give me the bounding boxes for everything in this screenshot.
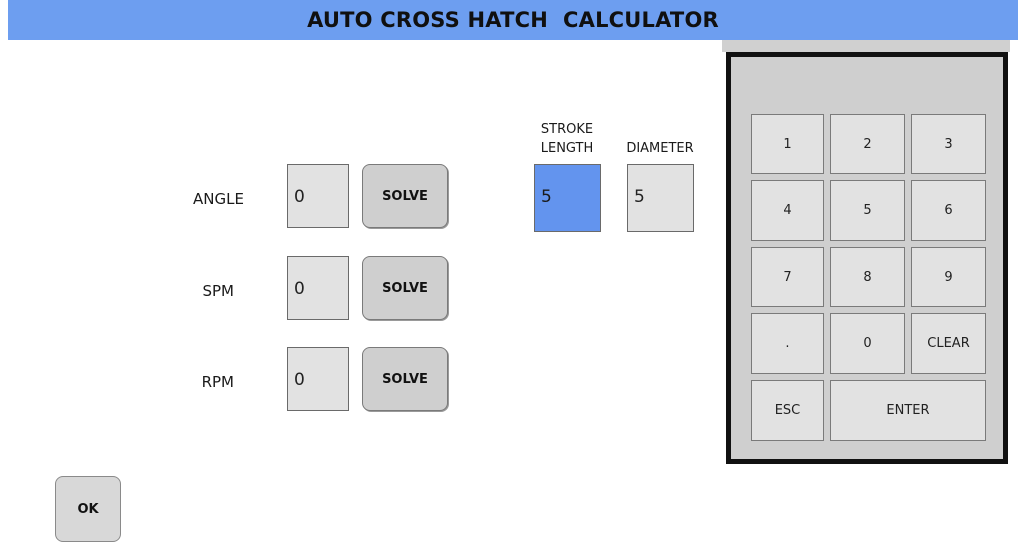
key-3-label: 3 [944,136,953,152]
key-decimal[interactable]: . [751,313,824,374]
stroke-length-field[interactable]: 5 [534,164,601,232]
solve-angle-button[interactable]: SOLVE [362,164,448,228]
key-8[interactable]: 8 [830,247,905,307]
title-bar: AUTO CROSS HATCH CALCULATOR [8,0,1018,40]
key-0[interactable]: 0 [830,313,905,374]
key-decimal-label: . [785,336,790,351]
angle-label: ANGLE [193,190,244,208]
rpm-field[interactable]: 0 [287,347,349,411]
solve-spm-label: SOLVE [382,280,428,296]
key-1[interactable]: 1 [751,114,824,174]
key-6-label: 6 [944,203,953,218]
page-title: AUTO CROSS HATCH CALCULATOR [307,8,719,32]
key-4-label: 4 [783,203,792,218]
key-7[interactable]: 7 [751,247,824,307]
key-2-label: 2 [863,136,872,152]
key-6[interactable]: 6 [911,180,986,241]
ok-button[interactable]: OK [55,476,121,542]
stroke-header-line1: STROKE [540,122,594,137]
key-7-label: 7 [783,269,792,285]
solve-rpm-label: SOLVE [382,371,428,387]
key-5-label: 5 [863,203,872,218]
key-8-label: 8 [863,269,872,285]
diameter-header: DIAMETER [626,141,694,156]
key-esc[interactable]: ESC [751,380,824,441]
key-3[interactable]: 3 [911,114,986,174]
ok-label: OK [77,501,99,517]
diameter-field[interactable]: 5 [627,164,694,232]
key-0-label: 0 [863,336,872,351]
spm-label: SPM [202,282,234,300]
stroke-header-line2: LENGTH [540,141,594,156]
spm-field[interactable]: 0 [287,256,349,320]
key-esc-label: ESC [774,403,801,418]
numeric-keypad: 1 2 3 4 5 6 7 8 9 . 0 CLEAR ESC ENTER [726,52,1008,464]
key-9[interactable]: 9 [911,247,986,307]
key-clear[interactable]: CLEAR [911,313,986,374]
key-enter[interactable]: ENTER [830,380,986,441]
key-enter-label: ENTER [886,403,930,418]
solve-rpm-button[interactable]: SOLVE [362,347,448,411]
angle-field[interactable]: 0 [287,164,349,228]
solve-spm-button[interactable]: SOLVE [362,256,448,320]
key-4[interactable]: 4 [751,180,824,241]
key-9-label: 9 [944,269,953,285]
key-5[interactable]: 5 [830,180,905,241]
key-clear-label: CLEAR [927,336,970,351]
keypad-top-shadow [722,40,1010,52]
stroke-length-header: STROKE LENGTH [524,120,610,158]
solve-angle-label: SOLVE [382,188,428,204]
rpm-label: RPM [201,373,234,391]
key-2[interactable]: 2 [830,114,905,174]
key-1-label: 1 [783,136,792,152]
